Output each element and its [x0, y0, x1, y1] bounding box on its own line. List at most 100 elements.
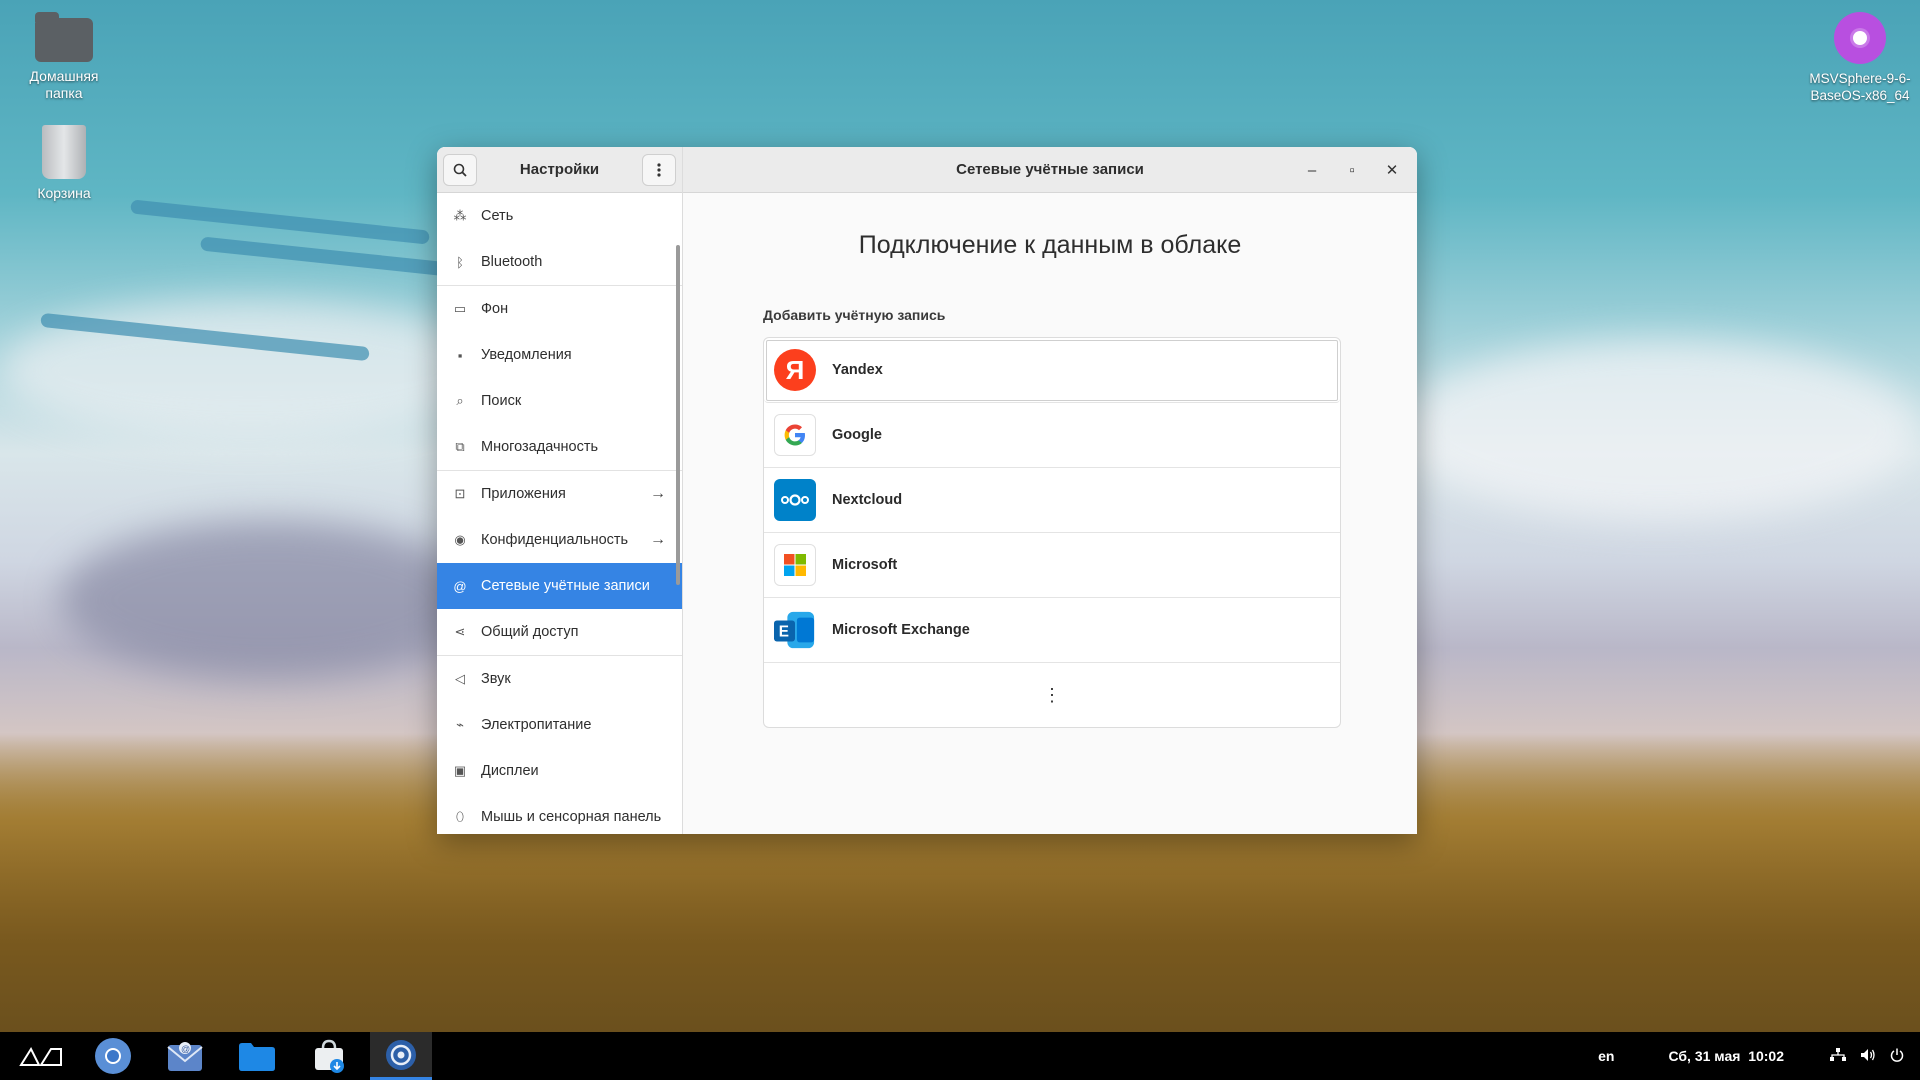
more-accounts-button[interactable]: ⋮ — [764, 663, 1340, 727]
sidebar-title: Настройки — [519, 161, 600, 178]
disc-icon — [1834, 12, 1886, 64]
account-label: Microsoft Exchange — [832, 622, 970, 638]
account-label: Nextcloud — [832, 492, 903, 508]
main-header: Сетевые учётные записи – ▫ ✕ — [683, 147, 1417, 193]
account-label: Microsoft — [832, 557, 898, 573]
search-icon: ⌕ — [456, 393, 464, 408]
privacy-icon: ◉ — [454, 532, 466, 547]
sidebar-item-sound[interactable]: ◁ Звук — [437, 656, 682, 702]
sidebar-item-label: Электропитание — [481, 717, 592, 733]
arrow-right-icon: → — [650, 485, 666, 502]
sidebar-item-apps[interactable]: ⊡ Приложения → — [437, 471, 682, 517]
sidebar-item-label: Звук — [481, 671, 511, 687]
sidebar-item-label: Конфиденциальность — [481, 532, 629, 548]
sharing-icon: ⋖ — [454, 624, 466, 639]
sidebar-scrollbar[interactable] — [676, 245, 680, 585]
trash-icon — [42, 125, 86, 179]
section-label: Добавить учётную запись — [763, 307, 946, 323]
background-icon: ▭ — [453, 301, 467, 316]
desktop-trash-label: Корзина — [37, 185, 91, 201]
search-icon — [453, 163, 467, 177]
taskbar-browser[interactable] — [82, 1032, 144, 1080]
multitasking-icon: ⧉ — [455, 439, 465, 454]
sidebar-item-notifications[interactable]: ▪ Уведомления — [437, 332, 682, 378]
minimize-button[interactable]: – — [1299, 157, 1325, 183]
activities-icon — [19, 1046, 62, 1066]
kebab-menu-icon — [657, 162, 661, 177]
software-bag-icon — [315, 1039, 344, 1073]
close-button[interactable]: ✕ — [1379, 157, 1405, 183]
clock[interactable]: Сб, 31 мая 10:02 — [1668, 1048, 1784, 1064]
account-label: Yandex — [832, 362, 883, 378]
account-list: Я Yandex Google Nextcloud Microsoft E Mi… — [763, 337, 1341, 728]
wallpaper-streak — [130, 199, 430, 245]
account-label: Google — [832, 427, 882, 443]
close-icon: ✕ — [1385, 162, 1399, 179]
sidebar-item-power[interactable]: ⌁ Электропитание — [437, 702, 682, 748]
account-row-microsoft[interactable]: Microsoft — [764, 533, 1340, 598]
yandex-logo-icon: Я — [774, 349, 816, 391]
power-icon: ⌁ — [456, 717, 464, 732]
sidebar-item-network[interactable]: ⁂ Сеть — [437, 193, 682, 239]
sidebar-item-label: Общий доступ — [481, 624, 579, 640]
account-row-google[interactable]: Google — [764, 403, 1340, 468]
minimize-icon: – — [1307, 161, 1317, 179]
keyboard-layout[interactable]: en — [1598, 1048, 1614, 1064]
desktop-disc-label: MSVSphere-9-6-BaseOS-x86_64 — [1809, 71, 1911, 103]
sidebar-item-online-accounts[interactable]: @ Сетевые учётные записи — [437, 563, 682, 609]
wallpaper-cloud — [60, 520, 480, 680]
sidebar: Настройки ⁂ Сеть ᛒ Bluetooth ▭ Фон ▪ Уведомл… — [437, 147, 683, 834]
page-title: Сетевые учётные записи — [956, 161, 1144, 178]
sidebar-item-privacy[interactable]: ◉ Конфиденциальность → — [437, 517, 682, 563]
apps-icon: ⊡ — [454, 486, 466, 501]
activities-button[interactable] — [10, 1032, 72, 1080]
sidebar-item-sharing[interactable]: ⋖ Общий доступ — [437, 609, 682, 655]
sidebar-item-bluetooth[interactable]: ᛒ Bluetooth — [437, 239, 682, 285]
svg-text:@: @ — [181, 1044, 190, 1054]
desktop-trash[interactable]: Корзина — [9, 125, 119, 202]
exchange-logo-icon: E — [774, 609, 816, 651]
sidebar-item-multitasking[interactable]: ⧉ Многозадачность — [437, 424, 682, 470]
sidebar-item-label: Уведомления — [481, 347, 572, 363]
taskbar-settings[interactable] — [370, 1032, 432, 1080]
account-row-exchange[interactable]: E Microsoft Exchange — [764, 598, 1340, 663]
online-accounts-icon: @ — [453, 578, 467, 594]
taskbar: @ en Сб, 31 мая 10:02 — [0, 1032, 1920, 1080]
account-row-nextcloud[interactable]: Nextcloud — [764, 468, 1340, 533]
menu-button[interactable] — [642, 153, 676, 186]
maximize-icon: ▫ — [1349, 161, 1355, 179]
sidebar-header: Настройки — [437, 147, 682, 193]
power-icon[interactable] — [1890, 1048, 1904, 1065]
account-row-yandex[interactable]: Я Yandex — [764, 338, 1340, 403]
mail-icon: @ — [167, 1042, 203, 1071]
sound-icon: ◁ — [455, 671, 465, 686]
network-icon[interactable] — [1830, 1047, 1846, 1065]
taskbar-files[interactable] — [226, 1032, 288, 1080]
folder-icon — [239, 1043, 275, 1071]
notifications-icon: ▪ — [457, 347, 463, 363]
sidebar-item-label: Многозадачность — [481, 439, 599, 455]
taskbar-software[interactable] — [298, 1032, 360, 1080]
sidebar-item-label: Дисплеи — [481, 763, 539, 779]
maximize-button[interactable]: ▫ — [1339, 157, 1365, 183]
mouse-icon: ⬯ — [455, 809, 465, 824]
sidebar-item-background[interactable]: ▭ Фон — [437, 286, 682, 332]
sidebar-item-label: Фон — [481, 301, 509, 317]
arrow-right-icon: → — [650, 531, 666, 548]
sidebar-item-label: Мышь и сенсорная панель — [481, 809, 662, 825]
volume-icon[interactable] — [1860, 1048, 1876, 1065]
svg-text:E: E — [779, 624, 789, 641]
taskbar-mail[interactable]: @ — [154, 1032, 216, 1080]
sidebar-list: ⁂ Сеть ᛒ Bluetooth ▭ Фон ▪ Уведомления ⌕ Поис… — [437, 193, 682, 834]
desktop-disc[interactable]: MSVSphere-9-6-BaseOS-x86_64 — [1800, 12, 1920, 104]
sidebar-item-mouse[interactable]: ⬯ Мышь и сенсорная панель — [437, 794, 682, 834]
sidebar-item-label: Сетевые учётные записи — [481, 578, 650, 594]
search-button[interactable] — [443, 153, 477, 186]
sidebar-item-displays[interactable]: ▣ Дисплеи — [437, 748, 682, 794]
sidebar-item-label: Сеть — [481, 208, 514, 224]
wallpaper-cloud — [1400, 340, 1920, 520]
sidebar-item-search[interactable]: ⌕ Поиск — [437, 378, 682, 424]
headline: Подключение к данным в облаке — [858, 231, 1242, 259]
desktop-home-folder[interactable]: Домашняя папка — [9, 12, 119, 102]
sidebar-item-label: Bluetooth — [481, 254, 543, 270]
